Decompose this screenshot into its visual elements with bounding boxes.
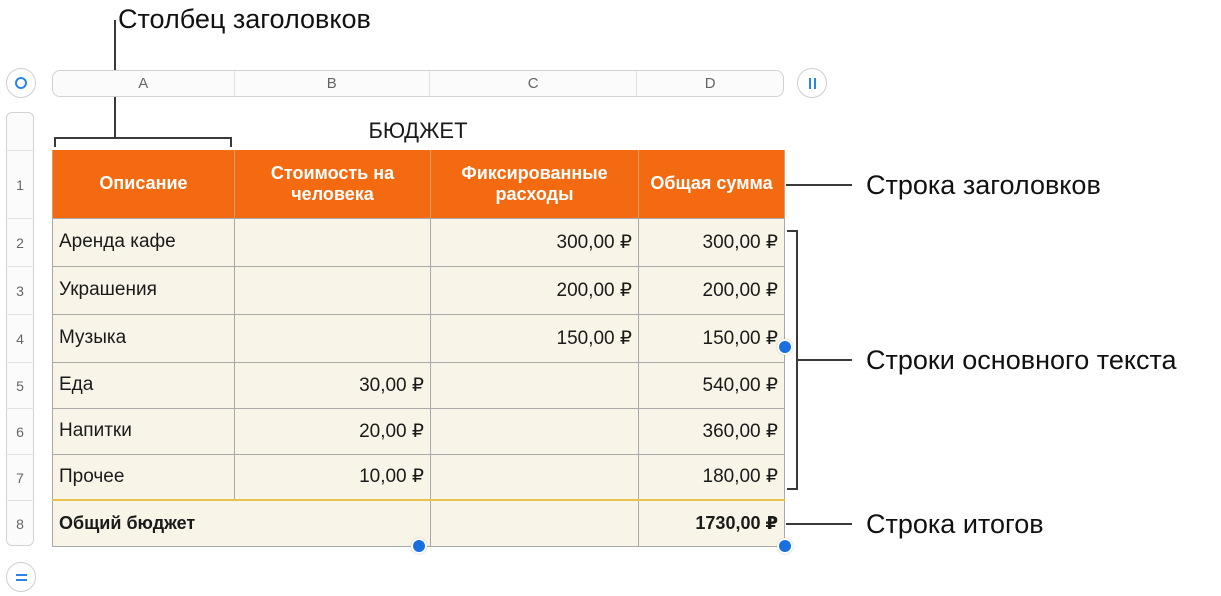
header-cell-cost-per-person[interactable]: Стоимость на человека [234,150,431,218]
table-cell[interactable]: Прочее [52,453,235,501]
table-cell[interactable]: 30,00 ₽ [234,361,431,409]
budget-table: Описание Стоимость на человека Фиксирова… [52,150,785,547]
callout-line-body-rows [797,359,852,361]
table-cell[interactable]: Украшения [52,265,235,315]
add-row-button[interactable] [6,562,36,592]
row-header-1[interactable]: 1 [6,150,34,218]
table-title[interactable]: БЮДЖЕТ [0,118,836,144]
table-cell[interactable]: 150,00 ₽ [638,313,785,363]
table-cell[interactable] [430,453,639,501]
body-rows-bracket-top [787,230,797,232]
table-cell[interactable]: 300,00 ₽ [430,217,639,267]
callout-line-footer-row [786,523,852,525]
resize-handle-bottom[interactable] [411,538,427,554]
row-header-5[interactable]: 5 [6,362,34,408]
header-cell-fixed-costs[interactable]: Фиксированные расходы [430,150,639,218]
table-cell[interactable]: 200,00 ₽ [638,265,785,315]
row-header-7[interactable]: 7 [6,454,34,500]
callout-body-rows: Строки основного текста [866,345,1177,375]
table-row: Музыка 150,00 ₽ 150,00 ₽ [52,313,785,363]
resize-handle-corner[interactable] [777,538,793,554]
equals-icon [15,573,27,581]
table-cell[interactable]: 20,00 ₽ [234,407,431,455]
table-row: Еда 30,00 ₽ 540,00 ₽ [52,361,785,409]
table-row: Прочее 10,00 ₽ 180,00 ₽ [52,453,785,501]
table-cell[interactable] [430,407,639,455]
column-header-bar: A B C D [52,70,784,97]
callout-footer-row: Строка итогов [866,509,1044,539]
header-row: Описание Стоимость на человека Фиксирова… [52,150,785,218]
column-header-d[interactable]: D [637,71,783,96]
callout-header-row: Строка заголовков [866,170,1101,200]
table-cell[interactable]: 300,00 ₽ [638,217,785,267]
row-header-4[interactable]: 4 [6,314,34,362]
header-cell-total[interactable]: Общая сумма [638,150,785,218]
table-cell[interactable] [234,313,431,363]
table-cell[interactable]: 360,00 ₽ [638,407,785,455]
select-table-button[interactable] [6,68,36,98]
circle-icon [15,77,27,89]
table-row: Украшения 200,00 ₽ 200,00 ₽ [52,265,785,315]
table-cell[interactable]: Аренда кафе [52,217,235,267]
column-header-b[interactable]: B [235,71,430,96]
row-header-6[interactable]: 6 [6,408,34,454]
body-rows-bracket-bottom [787,488,797,490]
header-cell-description[interactable]: Описание [52,150,235,218]
callout-header-column: Столбец заголовков [118,4,371,34]
footer-total-cell[interactable]: 1730,00 ₽ [638,499,785,547]
table-cell[interactable] [234,265,431,315]
table-cell[interactable]: 10,00 ₽ [234,453,431,501]
table-cell[interactable]: 150,00 ₽ [430,313,639,363]
table-cell[interactable]: Музыка [52,313,235,363]
row-header-8[interactable]: 8 [6,500,34,546]
pause-icon [808,77,816,89]
table-row: Напитки 20,00 ₽ 360,00 ₽ [52,407,785,455]
table-row: Аренда кафе 300,00 ₽ 300,00 ₽ [52,217,785,267]
add-column-button[interactable] [797,68,827,98]
resize-handle-right[interactable] [777,339,793,355]
table-cell[interactable] [430,361,639,409]
table-cell[interactable]: 540,00 ₽ [638,361,785,409]
table-cell[interactable] [234,217,431,267]
row-header-3[interactable]: 3 [6,266,34,314]
column-header-a[interactable]: A [53,71,235,96]
table-cell[interactable]: Напитки [52,407,235,455]
footer-label-cell[interactable]: Общий бюджет [52,499,431,547]
table-cell[interactable]: 200,00 ₽ [430,265,639,315]
row-header-2[interactable]: 2 [6,218,34,266]
callout-line-header-row [786,184,852,186]
table-cell[interactable]: 180,00 ₽ [638,453,785,501]
footer-empty-cell[interactable] [430,499,639,547]
table-cell[interactable]: Еда [52,361,235,409]
column-header-c[interactable]: C [430,71,638,96]
